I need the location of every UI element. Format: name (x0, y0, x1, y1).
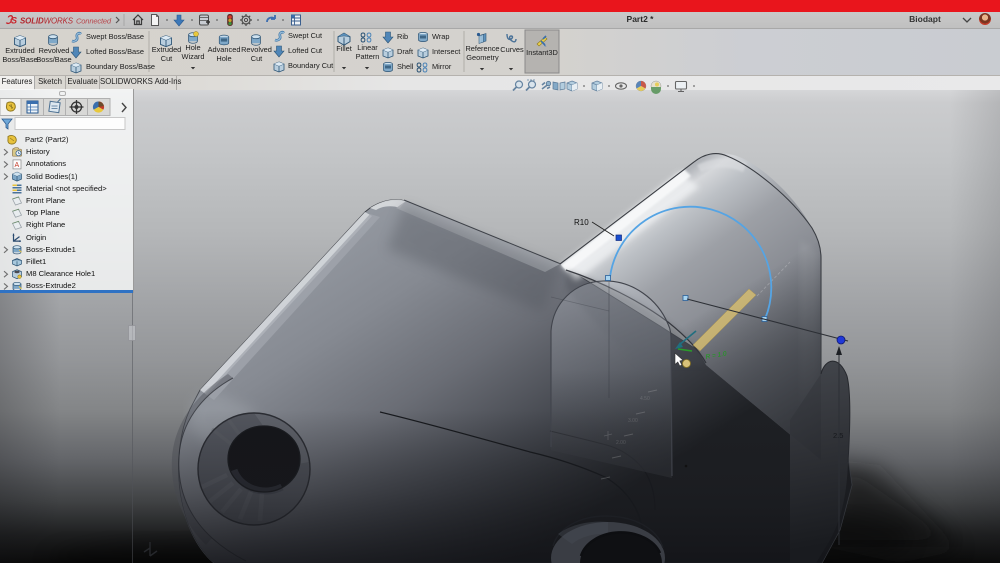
svg-text:Connected: Connected (76, 17, 112, 26)
svg-text:2.5: 2.5 (833, 431, 843, 440)
svg-text:3.00: 3.00 (628, 418, 638, 424)
svg-text:4.50: 4.50 (640, 396, 650, 402)
svg-text:S: S (11, 16, 17, 26)
svg-text:SOLIDWORKS: SOLIDWORKS (20, 17, 74, 26)
svg-text:2.00: 2.00 (616, 440, 626, 446)
svg-text:R10: R10 (574, 218, 589, 227)
